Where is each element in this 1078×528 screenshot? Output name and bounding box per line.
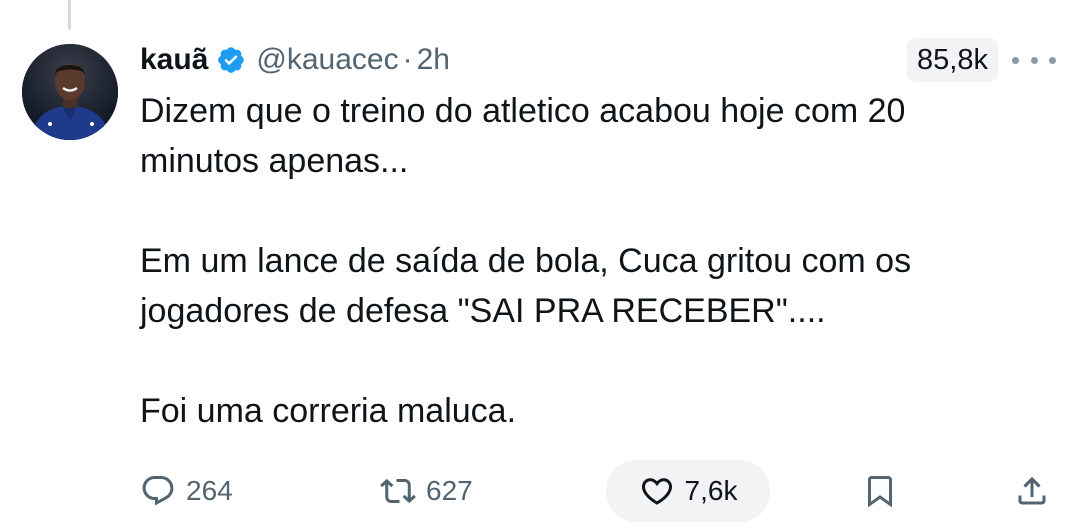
share-icon (1018, 476, 1046, 505)
thread-connector-line (68, 0, 71, 30)
heart-icon (641, 478, 672, 505)
avatar-image (22, 44, 118, 140)
tweet-text-line: jogadores de defesa "SAI PRA RECEBER"...… (140, 292, 826, 330)
avatar[interactable] (22, 44, 118, 140)
share-button[interactable] (1014, 460, 1050, 522)
tweet-text-line: Dizem que o treino do atletico acabou ho… (140, 92, 906, 130)
verified-badge-icon (216, 45, 246, 75)
more-dot (1049, 56, 1056, 64)
tweet-timestamp[interactable]: 2h (417, 43, 450, 77)
reply-icon (142, 476, 174, 506)
retweet-count: 627 (426, 475, 473, 506)
reply-count: 264 (186, 475, 233, 506)
tweet-actions-bar: 264 627 7,6k (0, 460, 1078, 522)
like-count: 7,6k (684, 475, 738, 506)
retweet-icon (380, 478, 416, 504)
header-separator: · (402, 43, 413, 76)
like-button[interactable]: 7,6k (606, 460, 770, 522)
tweet-text-line: Foi uma correria maluca. (140, 392, 517, 430)
more-dot (1030, 56, 1038, 64)
reply-button[interactable]: 264 (140, 460, 233, 522)
author-handle[interactable]: @kauacec (256, 43, 398, 77)
author-name[interactable]: kauã (140, 43, 208, 77)
tweet-text: Dizem que o treino do atletico acabou ho… (140, 86, 1040, 436)
tweet-text-line: minutos apenas... (140, 142, 409, 180)
bookmark-button[interactable] (862, 460, 898, 522)
retweet-button[interactable]: 627 (380, 460, 473, 522)
tweet-header: kauã @kauacec · 2h (140, 38, 450, 82)
views-count-badge[interactable]: 85,8k (907, 38, 998, 82)
tweet-text-line: Em um lance de saída de bola, Cuca grito… (140, 242, 912, 280)
more-dot (1012, 56, 1019, 64)
bookmark-icon (868, 476, 892, 508)
more-options-icon[interactable] (1012, 46, 1056, 74)
